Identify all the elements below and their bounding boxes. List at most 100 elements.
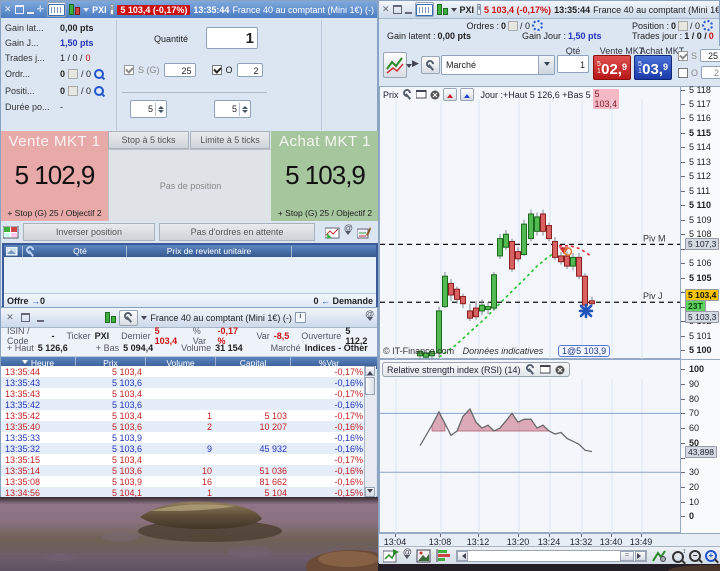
chart-hscrollbar[interactable]: = [455,549,647,562]
close-circle-icon[interactable] [430,90,440,100]
minimize-icon[interactable] [34,312,46,324]
chart-style-icon[interactable] [383,52,407,78]
quote-row[interactable]: 13:35:42 5 103,6 -0,16% [1,399,367,410]
edit-orders-icon[interactable] [356,226,371,239]
position-list-icon[interactable] [68,85,79,96]
orders-list-icon[interactable] [68,68,79,79]
quotes-scrollbar[interactable] [364,366,376,497]
market-depth-icon[interactable] [436,548,452,563]
close-icon[interactable]: ✕ [4,4,12,16]
quantity-input[interactable]: 1 [206,27,258,49]
positions-grid-icon[interactable] [3,225,19,239]
price-axis[interactable]: 5 1005 1015 1025 1055 1065 1085 1095 110… [680,85,720,360]
keyboard-icon[interactable] [414,2,434,17]
objective-checkbox[interactable] [678,67,688,78]
scroll-left-button[interactable] [456,550,468,561]
stop-ticks-button[interactable]: Stop à 5 ticks [108,131,189,149]
chevron-down-icon[interactable] [141,315,148,323]
scroll-right-button[interactable] [635,550,646,561]
stop-value-input[interactable]: 25 [700,49,720,62]
quote-row[interactable]: 13:35:40 5 103,6 2 10 207 -0,16% [1,421,367,432]
quote-row[interactable]: 13:35:42 5 103,4 1 5 103 -0,17% [1,410,367,421]
expand-arrow-icon[interactable]: ▶ [412,58,419,69]
position-list-icon[interactable] [677,20,688,31]
quote-row[interactable]: 13:35:08 5 103,9 16 81 662 -0,16% [1,476,367,487]
alarm-icon[interactable] [365,312,374,324]
time-axis[interactable]: 13:04 13:08 13:12 13:20 13:24 13:32 13:40 13:49 [379,533,720,547]
wrench-button[interactable] [119,309,139,326]
stop-checkbox[interactable] [124,65,134,75]
drawing-tools-icon[interactable] [651,549,667,563]
candlestick-icon[interactable] [69,4,81,15]
info-icon[interactable] [294,312,306,323]
zoom-fit-icon[interactable]: ↕ [671,548,686,563]
minimize-icon[interactable] [404,4,412,16]
candlestick-icon[interactable] [436,4,448,15]
close-icon[interactable]: ✕ [382,4,390,16]
scroll-down-button[interactable] [365,487,375,497]
quote-row[interactable]: 13:35:43 5 103,6 -0,16% [1,377,367,388]
sell-market-button[interactable]: 5 1 02, 9 [593,55,631,80]
picture-icon[interactable] [6,246,18,256]
rsi-axis[interactable]: 0 10 20 30 50 60 70 80 90 100 43,898 [680,360,720,534]
reverse-position-button[interactable]: Inverser position [23,223,155,241]
rsi-chart[interactable] [380,379,680,534]
minimize-icon[interactable] [26,4,34,16]
orders-search-icon[interactable] [94,68,105,79]
quote-row[interactable]: 13:35:32 5 103,6 9 45 932 -0,16% [1,443,367,454]
snapshot-icon[interactable] [416,549,432,563]
quote-row[interactable]: 13:35:33 5 103,9 -0,16% [1,432,367,443]
price-chart[interactable]: Piv M Piv J [380,99,680,360]
close-icon[interactable]: ✕ [4,312,16,324]
gear-icon[interactable] [702,20,713,31]
limit-ticks-button[interactable]: Limite à 5 ticks [190,131,270,149]
info-icon[interactable] [477,4,482,15]
wrench-icon[interactable] [25,246,36,257]
working-order-badge[interactable]: 1@5 103,9 [558,345,611,357]
pending-orders-button[interactable]: Pas d'ordres en attente [159,223,315,241]
quote-row[interactable]: 13:35:43 5 103,4 -0,17% [1,388,367,399]
gear-icon[interactable] [532,20,543,31]
candlestick-icon[interactable] [105,312,117,323]
quote-row[interactable]: 13:35:14 5 103,6 10 51 036 -0,16% [1,465,367,476]
order-type-select[interactable]: Marché [441,55,555,75]
stop-checkbox[interactable] [678,50,688,61]
maximize-icon[interactable] [19,312,31,324]
sell-market-button[interactable]: Vente MKT 1 5 102,9 + Stop (G) 25 / Obje… [1,131,108,221]
wrench-button[interactable] [421,56,440,74]
position-search-icon[interactable] [94,85,105,96]
alerts-icon[interactable] [403,550,412,562]
alerts-icon[interactable] [344,226,353,238]
scrollbar-handle[interactable]: = [620,550,634,561]
zoom-in-icon[interactable]: + [705,549,717,562]
scrollbar-thumb[interactable] [365,377,375,395]
objective-checkbox[interactable] [211,65,222,75]
pin-icon[interactable]: ✛ [37,4,45,16]
window-icon[interactable] [415,90,427,99]
quote-row[interactable]: 13:34:56 5 104,1 1 5 104 -0,15% [1,487,367,497]
window-icon[interactable] [539,365,551,374]
trade-report-icon[interactable] [325,226,340,239]
quote-row[interactable]: 13:35:44 5 103,4 -0,17% [1,366,367,377]
stop-ticks-input[interactable]: 25 [163,63,196,77]
quote-row[interactable]: 13:35:15 5 103,4 -0,17% [1,454,367,465]
maximize-icon[interactable] [392,4,402,16]
objective-value-input[interactable]: 2 [701,66,720,79]
objective-ticks-input[interactable]: 2 [236,63,263,77]
zoom-out-icon[interactable]: − [689,549,701,562]
keyboard-icon[interactable] [47,2,67,17]
chevron-down-icon[interactable] [450,7,457,15]
buy-market-button[interactable]: Achat MKT 1 5 103,9 + Stop (G) 25 / Obje… [271,131,379,221]
buy-market-button[interactable]: 5 1 03, 9 [634,55,672,80]
close-circle-icon[interactable] [555,365,565,375]
chevron-down-icon[interactable] [83,7,90,15]
wrench-icon[interactable] [525,364,536,375]
info-icon[interactable] [109,4,115,15]
maximize-icon[interactable] [14,4,24,16]
orders-list-icon[interactable] [507,20,518,31]
qty-input[interactable]: 1 [557,55,589,73]
stop-distance-stepper[interactable]: 5 [130,100,167,118]
limit-distance-stepper[interactable]: 5 [214,100,251,118]
scroll-up-button[interactable] [365,366,375,376]
export-chart-icon[interactable] [383,548,399,563]
